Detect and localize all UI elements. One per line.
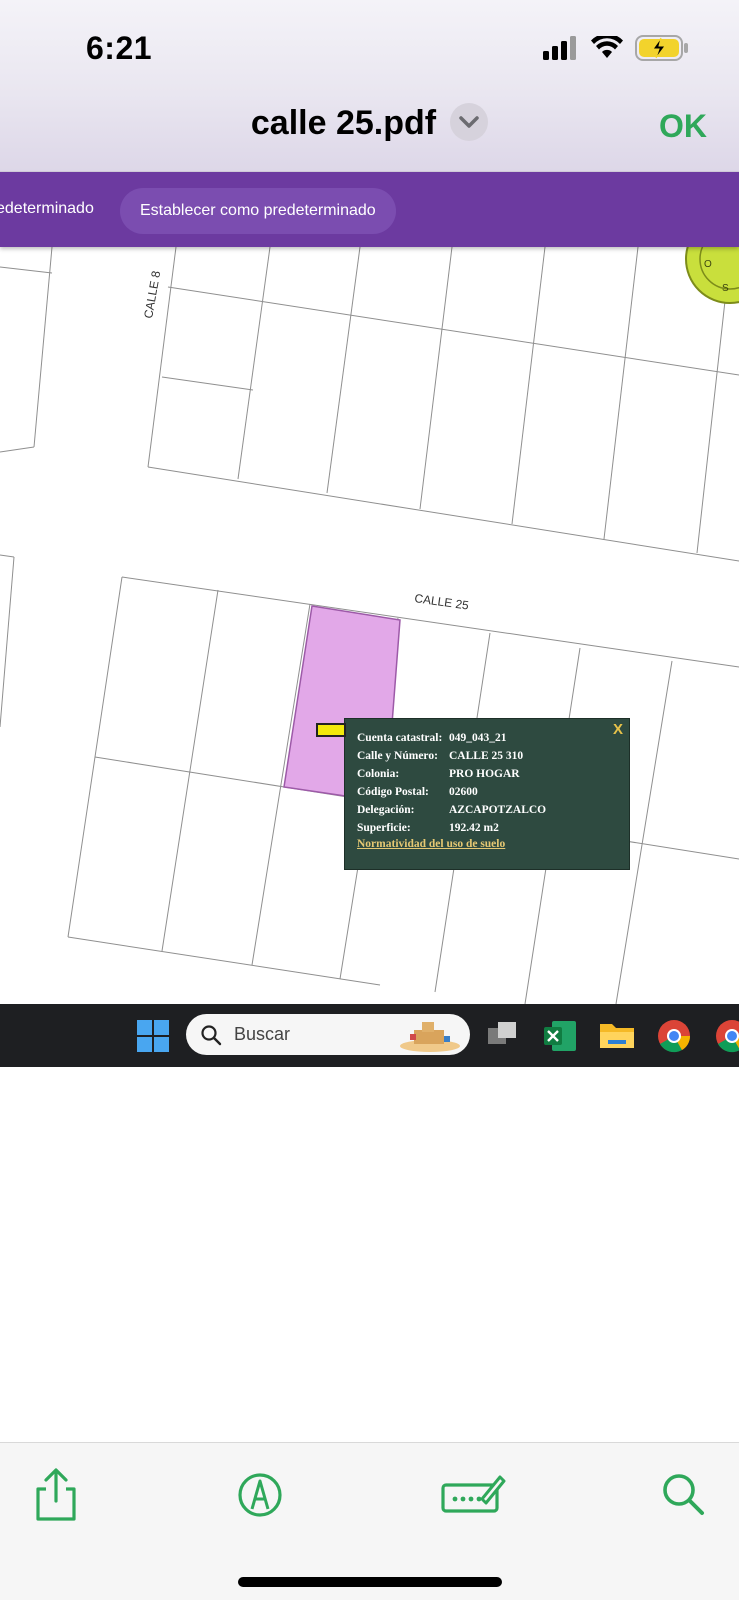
info-value: 049_043_21 [449, 732, 507, 744]
taskbar-search[interactable]: Buscar [186, 1014, 470, 1055]
info-value: 02600 [449, 786, 478, 798]
compass-rose-icon: S O [685, 247, 739, 304]
browser-banner: edeterminado Establecer como predetermin… [0, 172, 739, 247]
top-chrome: 6:21 calle 25.pdf OK [0, 0, 739, 172]
signal-icon [543, 36, 576, 60]
excel-icon[interactable] [542, 1018, 578, 1054]
street-label-calle-25: CALLE 25 [414, 591, 470, 613]
banner-left-text: edeterminado [0, 200, 94, 217]
markup-icon[interactable] [230, 1465, 290, 1525]
info-row: Superficie: 192.42 m2 [357, 819, 629, 837]
search-icon[interactable] [654, 1465, 714, 1525]
street-label-calle-8: CALLE 8 [141, 269, 163, 319]
chrome-icon-2[interactable] [714, 1018, 739, 1054]
info-key: Delegación: [357, 804, 415, 816]
file-explorer-icon[interactable] [598, 1018, 636, 1052]
done-button[interactable]: OK [659, 108, 707, 145]
document-title: calle 25.pdf [250, 104, 437, 142]
info-row: Calle y Número: CALLE 25 310 [357, 747, 629, 765]
bottom-toolbar [0, 1442, 739, 1600]
chevron-down-icon [459, 115, 479, 128]
info-row: Código Postal: 02600 [357, 783, 629, 801]
land-use-link[interactable]: Normatividad del uso de suelo [357, 838, 629, 850]
windows-taskbar: Buscar [0, 1004, 739, 1067]
wifi-icon [591, 36, 623, 58]
windows-start-icon[interactable] [137, 1020, 169, 1052]
info-key: Calle y Número: [357, 750, 438, 762]
share-icon[interactable] [26, 1465, 86, 1525]
signature-icon[interactable] [440, 1465, 506, 1525]
info-row: Delegación: AZCAPOTZALCO [357, 801, 629, 819]
info-value: PRO HOGAR [449, 768, 520, 780]
parcel-info-popup: X Cuenta catastral: 049_043_21 Calle y N… [344, 718, 630, 870]
info-value: CALLE 25 310 [449, 750, 524, 762]
info-key: Colonia: [357, 768, 400, 780]
battery-charging-icon [635, 35, 688, 61]
chrome-icon[interactable] [656, 1018, 692, 1054]
search-icon [201, 1024, 222, 1045]
taskbar-search-label: Buscar [234, 1024, 291, 1044]
sandcastle-icon [400, 1022, 460, 1052]
parcel-marker-icon[interactable] [316, 723, 346, 737]
task-view-icon[interactable] [486, 1018, 520, 1052]
info-value: 192.42 m2 [449, 822, 499, 834]
svg-text:O: O [704, 259, 712, 270]
info-row: Colonia: PRO HOGAR [357, 765, 629, 783]
info-key: Cuenta catastral: [357, 732, 443, 744]
close-popup-button[interactable]: X [613, 721, 623, 738]
nav-title-area: calle 25.pdf [0, 102, 739, 143]
pdf-page[interactable]: edeterminado Establecer como predetermin… [0, 172, 739, 1067]
cadastral-map: CALLE 8 CALLE 25 S O [0, 247, 739, 1004]
home-indicator[interactable] [238, 1577, 502, 1587]
set-default-button[interactable]: Establecer como predeterminado [120, 188, 396, 234]
svg-text:S: S [722, 283, 729, 294]
status-icons [543, 34, 689, 62]
info-key: Código Postal: [357, 786, 429, 798]
info-value: AZCAPOTZALCO [449, 804, 547, 816]
status-time: 6:21 [86, 30, 153, 66]
info-key: Superficie: [357, 822, 411, 834]
title-menu-button[interactable] [450, 102, 489, 141]
info-row: Cuenta catastral: 049_043_21 [357, 729, 629, 747]
